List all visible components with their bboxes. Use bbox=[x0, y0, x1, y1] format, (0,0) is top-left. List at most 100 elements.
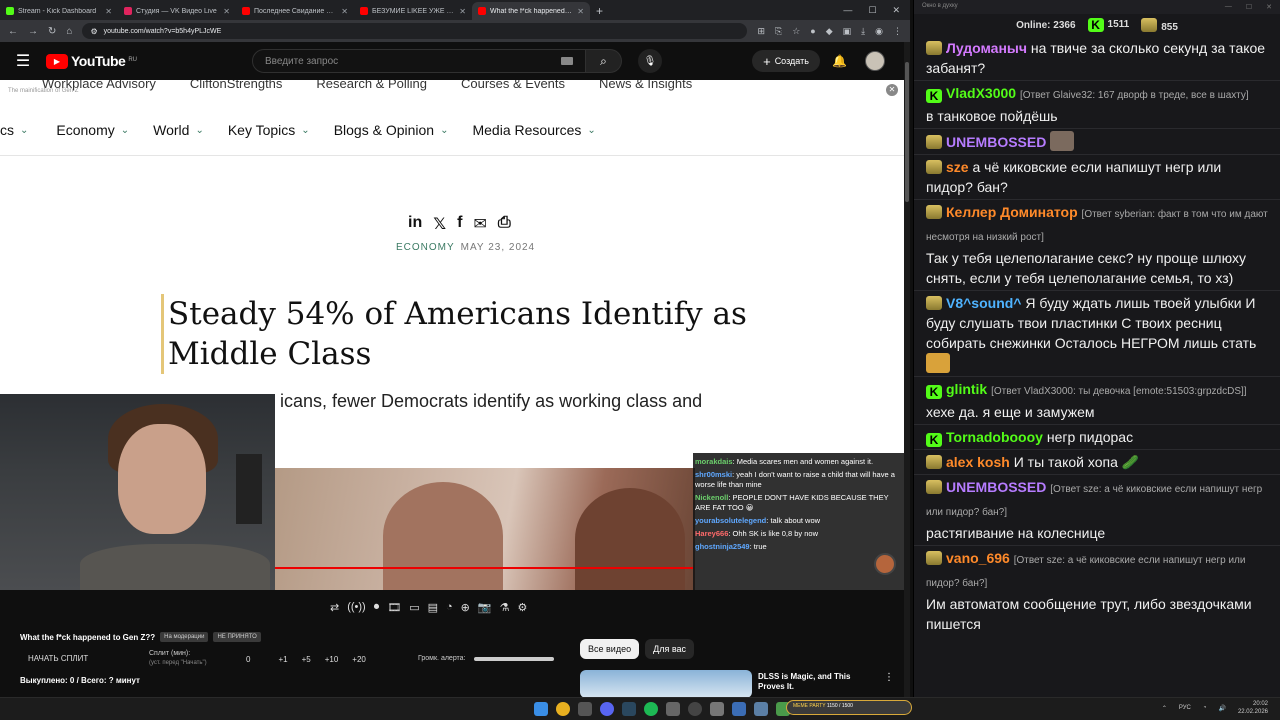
browser-tab-kick[interactable]: Stream - Kick Dashboard ✕ bbox=[0, 2, 118, 20]
volume-icon[interactable]: 🔊 bbox=[1218, 705, 1225, 712]
record-icon[interactable]: ⏺ bbox=[374, 601, 380, 614]
chrome-icon[interactable] bbox=[556, 702, 570, 716]
profile-icon[interactable]: ◉ bbox=[875, 26, 883, 37]
browser-tab-youtube-1[interactable]: Последнее Свидание Яйцесл...✕ bbox=[236, 2, 354, 20]
voice-search-button[interactable]: 🎙 bbox=[638, 49, 662, 73]
speed-icon[interactable]: ◔ bbox=[446, 601, 453, 613]
obs-icon[interactable] bbox=[688, 702, 702, 716]
increment-button[interactable]: +10 bbox=[325, 655, 339, 664]
install-icon[interactable]: ⊞ bbox=[757, 26, 765, 37]
app-icon[interactable] bbox=[754, 702, 768, 716]
app-icon[interactable] bbox=[732, 702, 746, 716]
emote-image bbox=[1050, 131, 1075, 151]
home-icon[interactable]: ⌂ bbox=[66, 26, 72, 37]
window-controls: — ☐ ✕ bbox=[833, 0, 910, 20]
settings-icon[interactable]: ⚙ bbox=[517, 601, 527, 614]
volume-slider[interactable] bbox=[473, 656, 554, 661]
user-avatar[interactable] bbox=[865, 51, 885, 71]
search-input[interactable]: Введите запрос bbox=[252, 49, 586, 73]
subtitles-icon[interactable]: ▤ bbox=[428, 601, 438, 614]
x-icon: 𝕏 bbox=[433, 216, 447, 233]
screenshot-icon[interactable]: 📷 bbox=[478, 601, 492, 614]
close-window-icon[interactable]: ✕ bbox=[1266, 3, 1272, 11]
split-value[interactable]: 0 bbox=[246, 655, 250, 664]
site-info-icon[interactable]: ⚙ bbox=[90, 27, 97, 36]
browser-tab-vk[interactable]: Студия — VK Видео Live ✕ bbox=[118, 2, 236, 20]
back-icon[interactable]: ← bbox=[8, 26, 18, 37]
bookmark-star-icon[interactable]: ☆ bbox=[792, 26, 800, 37]
chat-message: Келлер Доминатор [Ответ syberian: факт в… bbox=[926, 204, 1268, 286]
video-progress-bar[interactable] bbox=[275, 567, 693, 569]
pip-icon[interactable]: ▭ bbox=[409, 601, 419, 614]
browser-menu-icon[interactable]: ⋮ bbox=[893, 26, 902, 37]
crown-icon bbox=[1141, 17, 1158, 32]
start-split-button[interactable]: НАЧАТЬ СПЛИТ bbox=[28, 654, 88, 663]
recommended-title[interactable]: DLSS is Magic, and This Proves It. bbox=[758, 672, 868, 692]
spotify-icon[interactable] bbox=[644, 702, 658, 716]
extension-icon[interactable]: ▣ bbox=[843, 26, 852, 37]
youtube-logo[interactable]: ▶ YouTube RU bbox=[46, 53, 137, 69]
loop-icon[interactable]: ⇄ bbox=[330, 601, 339, 614]
close-icon[interactable]: ✕ bbox=[577, 7, 584, 16]
chat-window: Окно в духку — ☐ ✕ Online: 2366 K 1511 855 … bbox=[913, 0, 1280, 697]
page-scrollbar[interactable] bbox=[904, 42, 910, 697]
share-icon[interactable]: ⎘ bbox=[775, 26, 782, 37]
reload-icon[interactable]: ↻ bbox=[48, 26, 56, 37]
video-title: What the f*ck happened to Gen Z?? На мод… bbox=[20, 632, 261, 642]
steam-icon[interactable] bbox=[622, 702, 636, 716]
chip-all-videos[interactable]: Все видео bbox=[580, 639, 640, 659]
add-icon[interactable]: ⊕ bbox=[461, 601, 470, 614]
maximize-icon[interactable]: ☐ bbox=[1246, 3, 1252, 11]
maximize-icon[interactable]: ☐ bbox=[868, 5, 876, 16]
create-button[interactable]: + Создать bbox=[752, 50, 820, 72]
app-icon[interactable] bbox=[578, 702, 592, 716]
increment-button[interactable]: +1 bbox=[278, 655, 287, 664]
article-subtitle: icans, fewer Democrats identify as worki… bbox=[280, 391, 703, 411]
app-icon[interactable] bbox=[710, 702, 724, 716]
close-window-icon[interactable]: ✕ bbox=[892, 5, 900, 16]
forward-icon[interactable]: → bbox=[28, 26, 38, 37]
film-icon[interactable]: 🎞 bbox=[387, 601, 401, 614]
app-icon[interactable] bbox=[666, 702, 680, 716]
browser-tab-active[interactable]: What the f*ck happened to G...✕ bbox=[472, 2, 590, 20]
status-badge: На модерации bbox=[160, 632, 209, 642]
status-badge: НЕ ПРИНЯТО bbox=[213, 632, 261, 642]
meme-party-widget: MEME PARTY 1150 / 1500 bbox=[786, 700, 912, 715]
crown-icon bbox=[926, 455, 942, 469]
new-tab-button[interactable]: + bbox=[590, 2, 609, 20]
minimize-icon[interactable]: — bbox=[1225, 3, 1232, 11]
audio-icon[interactable]: ((•)) bbox=[347, 601, 366, 613]
video-thumbnail[interactable] bbox=[580, 670, 752, 698]
alert-volume: Громк. алерта: bbox=[418, 655, 554, 662]
close-icon[interactable]: ✕ bbox=[341, 7, 348, 16]
close-icon[interactable]: ✕ bbox=[223, 7, 230, 16]
keyboard-icon[interactable] bbox=[561, 57, 573, 65]
start-icon[interactable] bbox=[534, 702, 548, 716]
download-icon[interactable]: ⤓ bbox=[861, 26, 865, 37]
hamburger-menu-icon[interactable]: ☰ bbox=[0, 51, 46, 71]
video-player[interactable]: Workplace Advisory CliftonStrengths Rese… bbox=[0, 80, 904, 590]
recommended-video[interactable]: DLSS is Magic, and This Proves It. ⋮ bbox=[580, 670, 900, 698]
chip-for-you[interactable]: Для вас bbox=[645, 639, 694, 659]
more-options-icon[interactable]: ⋮ bbox=[884, 672, 894, 683]
close-overlay-icon[interactable]: ✕ bbox=[886, 84, 898, 96]
minimize-icon[interactable]: — bbox=[843, 5, 852, 15]
discord-icon[interactable] bbox=[600, 702, 614, 716]
flask-icon[interactable]: ⚗ bbox=[500, 601, 510, 614]
network-icon[interactable]: ◔ bbox=[1203, 705, 1207, 711]
notifications-bell-icon[interactable]: 🔔 bbox=[832, 54, 847, 68]
browser-tab-youtube-2[interactable]: БЕЗУМИЕ LIKEE УЖЕ НЕ ОСТА...✕ bbox=[354, 2, 472, 20]
increment-button[interactable]: +20 bbox=[352, 655, 366, 664]
search-button[interactable]: ⌕ bbox=[586, 49, 622, 73]
tray-chevron-icon[interactable]: ⌃ bbox=[1162, 705, 1167, 712]
extension-icon[interactable]: ◆ bbox=[826, 26, 833, 37]
keyboard-language[interactable]: РУС bbox=[1179, 705, 1191, 711]
extension-icon[interactable]: ● bbox=[810, 26, 815, 37]
windows-taskbar: ⌃ РУС ◔ 🔊 20:02 22.02.2026 bbox=[0, 697, 1280, 720]
close-icon[interactable]: ✕ bbox=[105, 7, 112, 16]
increment-button[interactable]: +5 bbox=[302, 655, 311, 664]
vk-favicon-icon bbox=[124, 7, 132, 15]
address-bar[interactable]: ⚙ youtube.com/watch?v=b5h4yPLJcWE bbox=[82, 23, 748, 39]
close-icon[interactable]: ✕ bbox=[459, 7, 466, 16]
clock[interactable]: 20:02 22.02.2026 bbox=[1238, 700, 1268, 716]
